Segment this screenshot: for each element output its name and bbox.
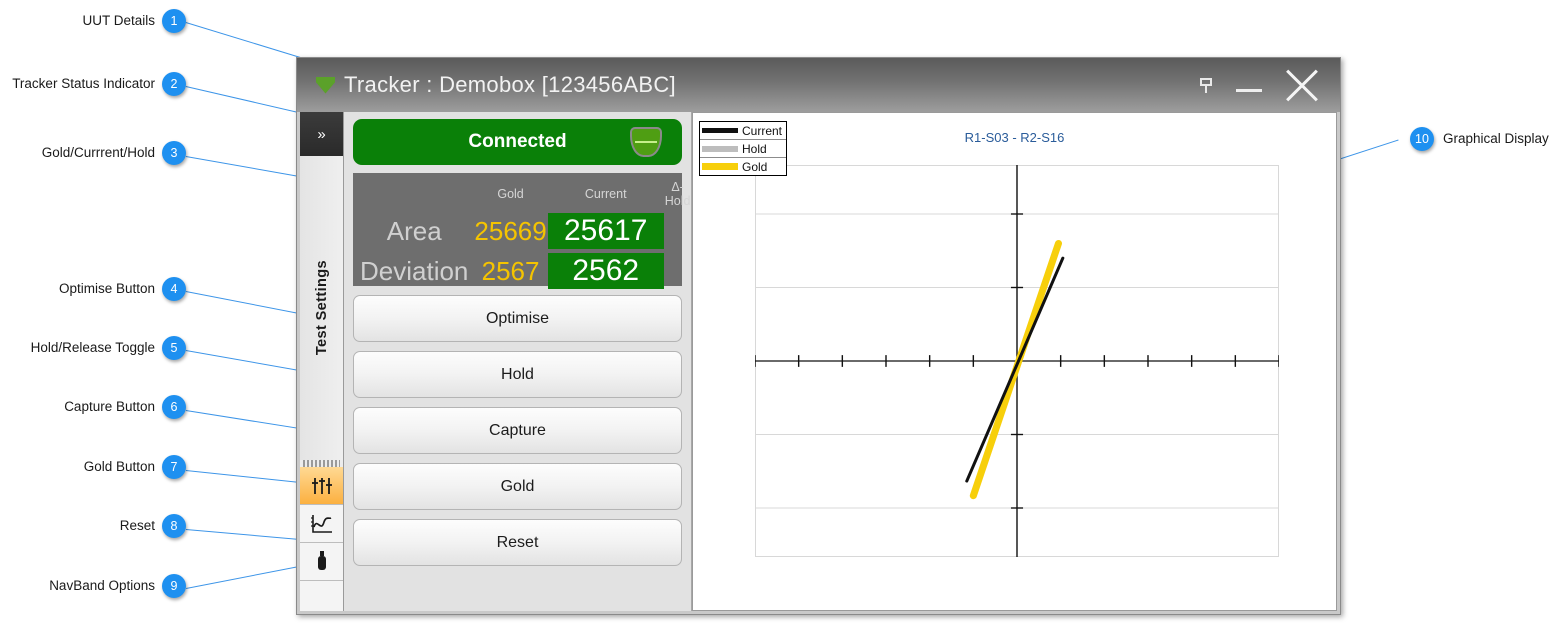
hold-button[interactable]: Hold bbox=[353, 351, 682, 398]
legend-swatch-hold bbox=[702, 146, 738, 152]
annotation-5-label: Hold/Release Toggle bbox=[31, 335, 155, 361]
annotation-1-badge: 1 bbox=[162, 9, 186, 33]
annotation-2-label: Tracker Status Indicator bbox=[12, 71, 155, 97]
probe-icon[interactable] bbox=[300, 543, 343, 581]
status-label: Connected bbox=[468, 131, 566, 153]
client-area: » Test Settings bbox=[300, 112, 1337, 611]
readout-header-row: Gold Current Δ-Hold bbox=[359, 179, 691, 211]
legend-item-current: Current bbox=[700, 122, 786, 140]
annotation-7-badge: 7 bbox=[162, 455, 186, 479]
annotation-3: Gold/Currrent/Hold 3 bbox=[0, 140, 186, 166]
capture-button-label: Capture bbox=[489, 422, 546, 440]
legend-swatch-current bbox=[702, 128, 738, 133]
annotation-1-label: UUT Details bbox=[82, 8, 155, 34]
annotation-3-label: Gold/Currrent/Hold bbox=[42, 140, 155, 166]
legend-swatch-gold bbox=[702, 163, 738, 170]
annotation-6-label: Capture Button bbox=[64, 394, 155, 420]
gold-button[interactable]: Gold bbox=[353, 463, 682, 510]
navband: » Test Settings bbox=[300, 112, 344, 611]
window-controls bbox=[1198, 65, 1322, 105]
annotation-10: 10 Graphical Display bbox=[1410, 126, 1549, 152]
legend-label-hold: Hold bbox=[742, 142, 767, 156]
annotation-2-badge: 2 bbox=[162, 72, 186, 96]
annotation-10-badge: 10 bbox=[1410, 127, 1434, 151]
pin-icon[interactable] bbox=[1198, 76, 1216, 94]
annotation-5-badge: 5 bbox=[162, 336, 186, 360]
readout-deviation-delta-hold bbox=[664, 251, 692, 291]
legend-item-gold: Gold bbox=[700, 158, 786, 175]
readout-table: Gold Current Δ-Hold Area 25669 25617 bbox=[359, 179, 691, 291]
table-row: Area 25669 25617 bbox=[359, 211, 691, 251]
control-panel: Connected Gold Current Δ-Hold bbox=[344, 112, 692, 611]
navband-grip-handle[interactable] bbox=[303, 460, 340, 467]
readout-area-current-value: 25617 bbox=[548, 213, 664, 249]
navband-vertical-label: Test Settings bbox=[314, 260, 330, 355]
readout-row-label-deviation: Deviation bbox=[359, 251, 473, 291]
gold-button-label: Gold bbox=[501, 478, 535, 496]
annotation-6-badge: 6 bbox=[162, 395, 186, 419]
readout-row-label-area: Area bbox=[359, 211, 473, 251]
annotation-7: Gold Button 7 bbox=[0, 454, 186, 480]
leader-line-1 bbox=[186, 22, 305, 59]
reset-button[interactable]: Reset bbox=[353, 519, 682, 566]
chart-series bbox=[967, 243, 1063, 495]
annotation-4-badge: 4 bbox=[162, 277, 186, 301]
annotation-3-badge: 3 bbox=[162, 141, 186, 165]
readout-corner bbox=[359, 179, 473, 211]
annotation-10-label: Graphical Display bbox=[1443, 126, 1549, 152]
navband-empty-area bbox=[300, 581, 343, 611]
annotation-9-label: NavBand Options bbox=[49, 573, 155, 599]
annotation-1: UUT Details 1 bbox=[0, 8, 186, 34]
legend-label-current: Current bbox=[742, 124, 782, 138]
readout-area-gold: 25669 bbox=[473, 211, 547, 251]
tracker-status-indicator[interactable]: Connected bbox=[353, 119, 682, 165]
tracker-window: Tracker : Demobox [123456ABC] » Test Set… bbox=[296, 57, 1341, 615]
close-icon[interactable] bbox=[1282, 65, 1322, 105]
minimize-icon[interactable] bbox=[1234, 77, 1264, 93]
annotation-6: Capture Button 6 bbox=[0, 394, 186, 420]
sliders-icon[interactable] bbox=[300, 467, 343, 505]
chart-legend: Current Hold Gold bbox=[699, 121, 787, 176]
chart-title: R1-S03 - R2-S16 bbox=[693, 130, 1336, 145]
annotation-8-badge: 8 bbox=[162, 514, 186, 538]
annotation-2: Tracker Status Indicator 2 bbox=[0, 71, 186, 97]
reset-button-label: Reset bbox=[497, 534, 539, 552]
gold-current-hold-readout: Gold Current Δ-Hold Area 25669 25617 bbox=[353, 173, 682, 286]
window-title: Tracker : Demobox [123456ABC] bbox=[344, 72, 676, 98]
table-row: Deviation 2567 2562 bbox=[359, 251, 691, 291]
readout-area-delta-hold bbox=[664, 211, 692, 251]
navband-test-settings-tab[interactable]: Test Settings bbox=[300, 156, 343, 460]
chart-svg bbox=[755, 165, 1279, 557]
optimise-button-label: Optimise bbox=[486, 310, 549, 328]
annotation-5: Hold/Release Toggle 5 bbox=[0, 335, 186, 361]
graphical-display[interactable]: R1-S03 - R2-S16 Current Hold Gold bbox=[692, 112, 1337, 611]
title-bar: Tracker : Demobox [123456ABC] bbox=[297, 58, 1340, 112]
annotation-9-badge: 9 bbox=[162, 574, 186, 598]
shield-icon bbox=[630, 127, 662, 157]
navband-expand-button[interactable]: » bbox=[300, 112, 343, 156]
chevron-right-icon: » bbox=[317, 126, 325, 143]
readout-deviation-current-value: 2562 bbox=[548, 253, 664, 289]
annotation-8: Reset 8 bbox=[0, 513, 186, 539]
readout-col-gold: Gold bbox=[473, 179, 547, 211]
hold-button-label: Hold bbox=[501, 366, 534, 384]
annotation-4-label: Optimise Button bbox=[59, 276, 155, 302]
annotation-9: NavBand Options 9 bbox=[0, 573, 186, 599]
capture-button[interactable]: Capture bbox=[353, 407, 682, 454]
readout-deviation-current: 2562 bbox=[548, 251, 664, 291]
annotation-4: Optimise Button 4 bbox=[0, 276, 186, 302]
annotation-8-label: Reset bbox=[120, 513, 155, 539]
chart-plot-area bbox=[755, 165, 1279, 557]
readout-area-current: 25617 bbox=[548, 211, 664, 251]
annotation-7-label: Gold Button bbox=[84, 454, 155, 480]
readout-col-delta-hold: Δ-Hold bbox=[664, 179, 692, 211]
readout-deviation-gold: 2567 bbox=[473, 251, 547, 291]
legend-label-gold: Gold bbox=[742, 160, 767, 174]
waveform-chart-icon[interactable] bbox=[300, 505, 343, 543]
legend-item-hold: Hold bbox=[700, 140, 786, 158]
app-shield-icon bbox=[316, 77, 335, 94]
optimise-button[interactable]: Optimise bbox=[353, 295, 682, 342]
readout-col-current: Current bbox=[548, 179, 664, 211]
